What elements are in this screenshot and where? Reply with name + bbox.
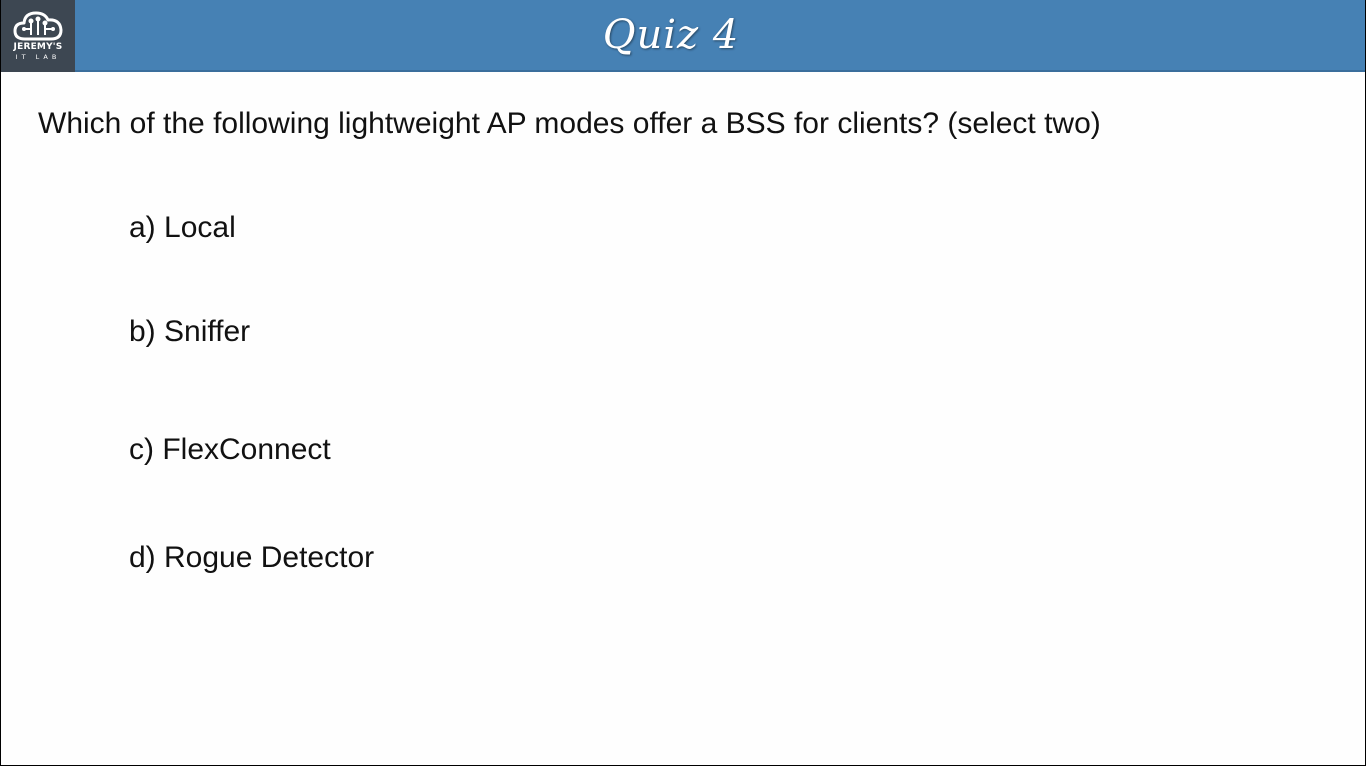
header-bar: JEREMY'S IT LAB Quiz 4 [1,0,1365,72]
option-a: a) Local [129,211,236,244]
option-d: d) Rogue Detector [129,541,375,574]
slide-title: Quiz 4 [602,12,740,58]
logo-subtext: IT LAB [15,53,61,61]
option-b: b) Sniffer [129,315,251,348]
logo: JEREMY'S IT LAB [1,0,75,72]
option-c: c) FlexConnect [129,433,331,466]
cloud-circuit-icon [13,11,63,41]
logo-text: JEREMY'S [13,42,63,52]
quiz-slide: JEREMY'S IT LAB Quiz 4 Which of the foll… [1,0,1365,765]
question-text: Which of the following lightweight AP mo… [38,107,1101,140]
